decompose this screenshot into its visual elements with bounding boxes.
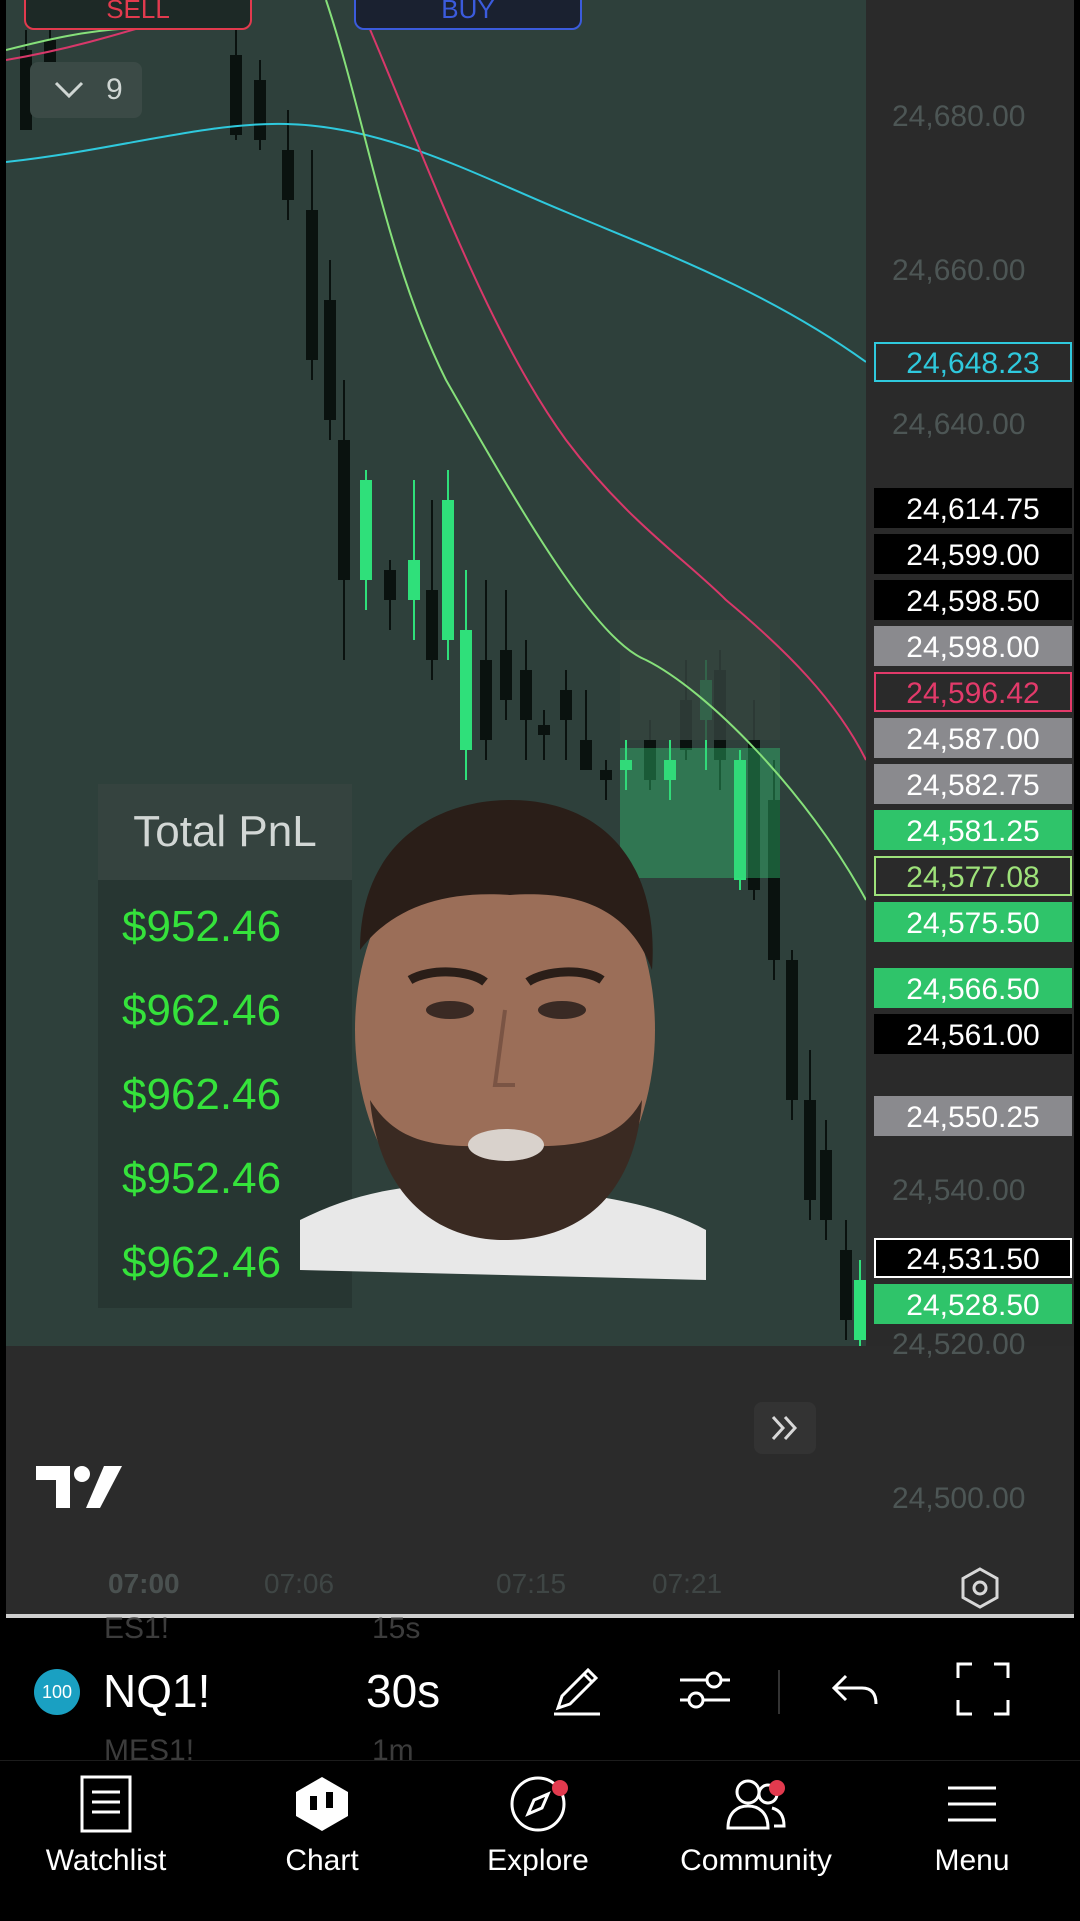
nav-label: Chart <box>285 1844 359 1877</box>
moving-average-green <box>325 0 866 901</box>
price-axis-label: 24,540.00 <box>892 1174 1026 1207</box>
pnl-value: $962.46 <box>122 986 282 1035</box>
price-tag: 24,531.50 <box>874 1238 1072 1278</box>
candle-body <box>480 660 492 740</box>
price-tag: 24,587.00 <box>874 718 1072 758</box>
candle-body <box>854 1280 866 1340</box>
moving-average-red <box>365 19 866 761</box>
price-tag: 24,599.00 <box>874 534 1072 574</box>
nav-community[interactable]: Community <box>648 1774 864 1878</box>
fullscreen-icon[interactable] <box>954 1660 1012 1718</box>
position-zone-dark <box>620 620 780 740</box>
tradingview-logo-icon <box>36 1466 122 1508</box>
candle-body <box>282 150 294 200</box>
buy-button[interactable]: BUY <box>354 0 582 30</box>
candle-body <box>324 300 336 420</box>
price-axis-label: 24,680.00 <box>892 100 1026 133</box>
candle-body <box>580 740 592 770</box>
candle-body <box>538 725 550 735</box>
undo-icon[interactable] <box>826 1660 884 1718</box>
moving-average-cyan <box>6 122 866 363</box>
hexagon-settings-icon[interactable] <box>958 1566 1002 1610</box>
price-tag: 24,596.42 <box>874 672 1072 712</box>
sliders-icon[interactable] <box>676 1660 734 1718</box>
candle-body <box>360 480 372 580</box>
candle-body <box>820 1150 832 1220</box>
symbol-selector[interactable]: NQ1! <box>103 1664 210 1718</box>
price-tag: 24,566.50 <box>874 968 1072 1008</box>
sell-button[interactable]: SELL <box>24 0 252 30</box>
double-chevron-right-icon <box>771 1415 798 1441</box>
pnl-value: $962.46 <box>122 1238 282 1287</box>
presenter-webcam-overlay <box>300 800 706 1280</box>
candle-body <box>560 690 572 720</box>
menu-icon <box>948 1786 996 1822</box>
price-tag: 24,577.08 <box>874 856 1072 896</box>
price-axis-label: 24,660.00 <box>892 254 1026 287</box>
indicator-count: 9 <box>106 73 123 106</box>
candle-body <box>840 1250 852 1320</box>
candle-body <box>460 630 472 750</box>
time-axis-label: 07:00 <box>108 1568 180 1599</box>
chart-area[interactable]: SELL BUY 9 24,680.00 24,660.00 24,640.00… <box>6 0 1074 1618</box>
candle-body <box>384 570 396 600</box>
price-tag: 24,575.50 <box>874 902 1072 942</box>
price-axis-label: 24,640.00 <box>892 408 1026 441</box>
pnl-value: $952.46 <box>122 1154 282 1203</box>
nav-watchlist[interactable]: Watchlist <box>0 1774 214 1878</box>
pencil-icon[interactable] <box>548 1660 606 1718</box>
watchlist-icon <box>80 1775 132 1833</box>
price-tag: 24,581.25 <box>874 810 1072 850</box>
nav-label: Menu <box>934 1844 1010 1877</box>
time-axis-label: 07:06 <box>264 1568 335 1599</box>
price-tag: 24,598.00 <box>874 626 1072 666</box>
toolbar-divider <box>778 1670 780 1714</box>
time-axis-label: 07:15 <box>496 1568 567 1599</box>
ghost-interval: 15s <box>372 1612 421 1645</box>
nav-label: Community <box>680 1844 832 1877</box>
candle-body <box>520 670 532 720</box>
candle-body <box>500 650 512 700</box>
chevron-down-icon <box>54 81 84 99</box>
candle-body <box>442 500 454 640</box>
nav-label: Explore <box>487 1844 589 1877</box>
symbol-badge: 100 <box>34 1669 80 1715</box>
price-tag: 24,614.75 <box>874 488 1072 528</box>
price-axis-label: 24,520.00 <box>892 1328 1026 1361</box>
candle-body <box>230 55 242 135</box>
price-axis-label: 24,500.00 <box>892 1482 1026 1515</box>
time-axis-label: 07:21 <box>652 1568 723 1599</box>
community-notification-dot <box>769 1780 785 1796</box>
candle-body <box>804 1100 816 1200</box>
price-tag: 24,528.50 <box>874 1284 1072 1324</box>
interval-selector[interactable]: 30s <box>366 1664 440 1718</box>
price-tag: 24,582.75 <box>874 764 1072 804</box>
price-tag: 24,561.00 <box>874 1014 1072 1054</box>
pnl-value: $952.46 <box>122 902 282 951</box>
explore-notification-dot <box>552 1780 568 1796</box>
ghost-symbol: ES1! <box>104 1612 170 1645</box>
candle-body <box>600 770 612 780</box>
chart-icon <box>296 1777 348 1831</box>
candle-body <box>254 80 266 140</box>
nav-label: Watchlist <box>45 1844 167 1877</box>
candle-body <box>426 590 438 660</box>
candle-body <box>786 960 798 1100</box>
nav-chart[interactable]: Chart <box>214 1774 430 1878</box>
nav-explore[interactable]: Explore <box>430 1774 646 1878</box>
candle-body <box>306 210 318 360</box>
candle-body <box>338 440 350 580</box>
price-tag: 24,550.25 <box>874 1096 1072 1136</box>
price-tag: 24,598.50 <box>874 580 1072 620</box>
pnl-value: $962.46 <box>122 1070 282 1119</box>
candle-body <box>408 560 420 600</box>
nav-menu[interactable]: Menu <box>864 1774 1080 1878</box>
price-tag: 24,648.23 <box>874 342 1072 382</box>
indicators-toggle[interactable]: 9 <box>30 62 142 118</box>
scroll-to-realtime-button[interactable] <box>754 1402 816 1454</box>
